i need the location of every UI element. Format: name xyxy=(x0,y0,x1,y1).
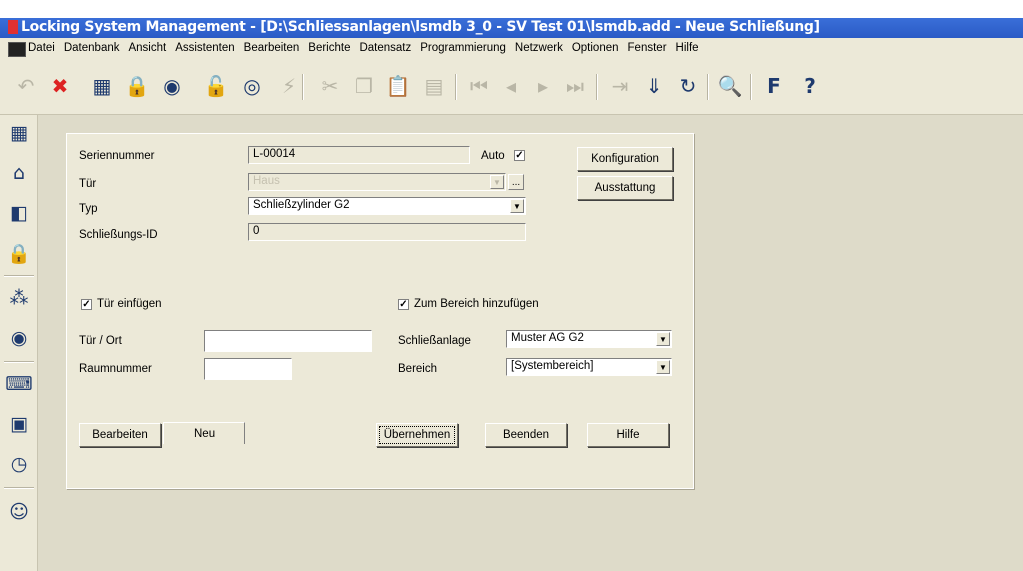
konfiguration-button[interactable]: Konfiguration xyxy=(577,147,673,171)
sidebar-transponder-icon[interactable]: ◉ xyxy=(6,325,32,351)
tuer-browse-button[interactable]: ... xyxy=(508,174,524,190)
zum-bereich-checkbox[interactable]: ✓ xyxy=(398,299,409,310)
menu-datei[interactable]: Datei xyxy=(28,42,55,54)
new-group-icon[interactable]: ◉ xyxy=(158,72,186,100)
menu-hilfe[interactable]: Hilfe xyxy=(676,42,699,54)
auto-label: Auto xyxy=(481,150,505,162)
neu-tab[interactable]: Neu xyxy=(163,422,245,444)
tuer-combobox-value: Haus xyxy=(253,175,280,187)
sidebar-keyboard-icon[interactable]: ⌨ xyxy=(5,371,32,397)
menu-netzwerk[interactable]: Netzwerk xyxy=(515,42,563,54)
schliessungs-id-field: 0 xyxy=(248,223,526,241)
menu-fenster[interactable]: Fenster xyxy=(628,42,667,54)
tuer-einfuegen-checkbox[interactable]: ✓ xyxy=(81,299,92,310)
schliessanlage-combobox-value: Muster AG G2 xyxy=(511,332,584,344)
menu-optionen[interactable]: Optionen xyxy=(572,42,619,54)
bereich-combobox[interactable]: [Systembereich] ▼ xyxy=(506,358,672,376)
cut-icon[interactable]: ✂ xyxy=(316,72,344,100)
transponder-properties-icon[interactable]: ◎ xyxy=(238,72,266,100)
document-menu-icon[interactable] xyxy=(8,42,26,57)
toolbar-separator xyxy=(750,74,752,100)
menu-bar: Datei Datenbank Ansicht Assistenten Bear… xyxy=(0,38,1023,61)
new-lock-icon[interactable]: 🔒 xyxy=(123,72,151,100)
lock-properties-icon[interactable]: 🔓 xyxy=(202,72,230,100)
menu-ansicht[interactable]: Ansicht xyxy=(128,42,166,54)
search-icon[interactable]: 🔍 xyxy=(716,72,744,100)
menu-datenbank[interactable]: Datenbank xyxy=(64,42,120,54)
schliessanlage-label: Schließanlage xyxy=(398,335,471,347)
bereich-combobox-value: [Systembereich] xyxy=(511,360,594,372)
sidebar-separator xyxy=(4,487,34,489)
chevron-down-icon[interactable]: ▼ xyxy=(656,360,670,374)
new-transponder-icon[interactable]: ▦ xyxy=(88,72,116,100)
sidebar-lock-icon[interactable]: 🔒 xyxy=(6,240,32,266)
undo-icon[interactable]: ↶ xyxy=(12,72,40,100)
menu-berichte[interactable]: Berichte xyxy=(308,42,350,54)
filter-icon[interactable]: F xyxy=(760,72,788,100)
schliessungs-id-label: Schließungs-ID xyxy=(79,229,158,241)
next-record-icon[interactable]: ▸ xyxy=(529,72,557,100)
seriennummer-field: L-00014 xyxy=(248,146,470,164)
toolbar-separator xyxy=(707,74,709,100)
sidebar-door-icon[interactable]: ◧ xyxy=(6,200,32,226)
typ-combobox-value: Schließzylinder G2 xyxy=(253,199,350,211)
raumnummer-input[interactable] xyxy=(204,358,292,380)
toolbar-separator xyxy=(596,74,598,100)
first-record-icon[interactable]: ⏮ xyxy=(465,72,493,100)
delete-icon[interactable]: ✖ xyxy=(46,72,74,100)
sidebar-separator xyxy=(4,361,34,363)
seriennummer-label: Seriennummer xyxy=(79,150,155,162)
chevron-down-icon[interactable]: ▼ xyxy=(510,199,524,213)
title-bar: Locking System Management - [D:\Schliess… xyxy=(0,0,1023,38)
chevron-down-icon[interactable]: ▼ xyxy=(490,175,504,189)
tuer-label: Tür xyxy=(79,178,97,190)
sidebar-separator xyxy=(4,275,34,277)
bereich-label: Bereich xyxy=(398,363,437,375)
auto-checkbox[interactable]: ✓ xyxy=(514,150,525,161)
bearbeiten-tab[interactable]: Bearbeiten xyxy=(79,423,161,447)
new-lock-form: Seriennummer L-00014 Auto ✓ Konfiguratio… xyxy=(66,133,694,489)
program-icon[interactable]: ⚡ xyxy=(275,72,303,100)
tuer-ort-input[interactable] xyxy=(204,330,372,352)
sidebar-person-icon[interactable]: ☺ xyxy=(6,499,32,525)
toolbar-separator xyxy=(302,74,304,100)
window-title: Locking System Management - [D:\Schliess… xyxy=(21,19,820,35)
menu-programmierung[interactable]: Programmierung xyxy=(420,42,506,54)
tuer-einfuegen-label: Tür einfügen xyxy=(97,298,162,310)
menu-bearbeiten[interactable]: Bearbeiten xyxy=(244,42,300,54)
sidebar-groups-icon[interactable]: ⁂ xyxy=(6,285,32,311)
uebernehmen-button[interactable]: Übernehmen xyxy=(376,423,458,447)
sidebar-matrix-icon[interactable]: ▦ xyxy=(6,120,32,146)
hilfe-button[interactable]: Hilfe xyxy=(587,423,669,447)
sidebar-calendar-icon[interactable]: ▣ xyxy=(6,411,32,437)
menu-assistenten[interactable]: Assistenten xyxy=(175,42,234,54)
schliessanlage-combobox[interactable]: Muster AG G2 ▼ xyxy=(506,330,672,348)
last-record-icon[interactable]: ⏭ xyxy=(561,72,589,100)
sidebar-clock-icon[interactable]: ◷ xyxy=(6,451,32,477)
print-icon[interactable]: ▤ xyxy=(420,72,448,100)
copy-icon[interactable]: ❐ xyxy=(350,72,378,100)
chevron-down-icon[interactable]: ▼ xyxy=(656,332,670,346)
ausstattung-button[interactable]: Ausstattung xyxy=(577,176,673,200)
app-icon xyxy=(8,20,18,34)
help-icon[interactable]: ? xyxy=(796,72,824,100)
paste-icon[interactable]: 📋 xyxy=(384,72,412,100)
typ-combobox[interactable]: Schließzylinder G2 ▼ xyxy=(248,197,526,215)
toolbar: ↶ ✖ ▦ 🔒 ◉ 🔓 ◎ ⚡ ✂ ❐ 📋 ▤ ⏮ ◂ ▸ ⏭ ⇥ ⇓ ↻ 🔍 … xyxy=(0,60,1023,115)
zum-bereich-label: Zum Bereich hinzufügen xyxy=(414,298,539,310)
tuer-ort-label: Tür / Ort xyxy=(79,335,122,347)
prev-record-icon[interactable]: ◂ xyxy=(497,72,525,100)
menu-datensatz[interactable]: Datensatz xyxy=(359,42,411,54)
sidebar-building-icon[interactable]: ⌂ xyxy=(6,160,32,186)
import-icon[interactable]: ⇓ xyxy=(640,72,668,100)
beenden-button[interactable]: Beenden xyxy=(485,423,567,447)
refresh-icon[interactable]: ↻ xyxy=(674,72,702,100)
delete-record-icon[interactable]: ⇥ xyxy=(606,72,634,100)
menu-items: Datei Datenbank Ansicht Assistenten Bear… xyxy=(28,42,699,54)
toolbar-separator xyxy=(455,74,457,100)
raumnummer-label: Raumnummer xyxy=(79,363,152,375)
sidebar: ▦ ⌂ ◧ 🔒 ⁂ ◉ ⌨ ▣ ◷ ☺ xyxy=(0,115,38,571)
tuer-combobox[interactable]: Haus ▼ xyxy=(248,173,506,191)
typ-label: Typ xyxy=(79,203,98,215)
